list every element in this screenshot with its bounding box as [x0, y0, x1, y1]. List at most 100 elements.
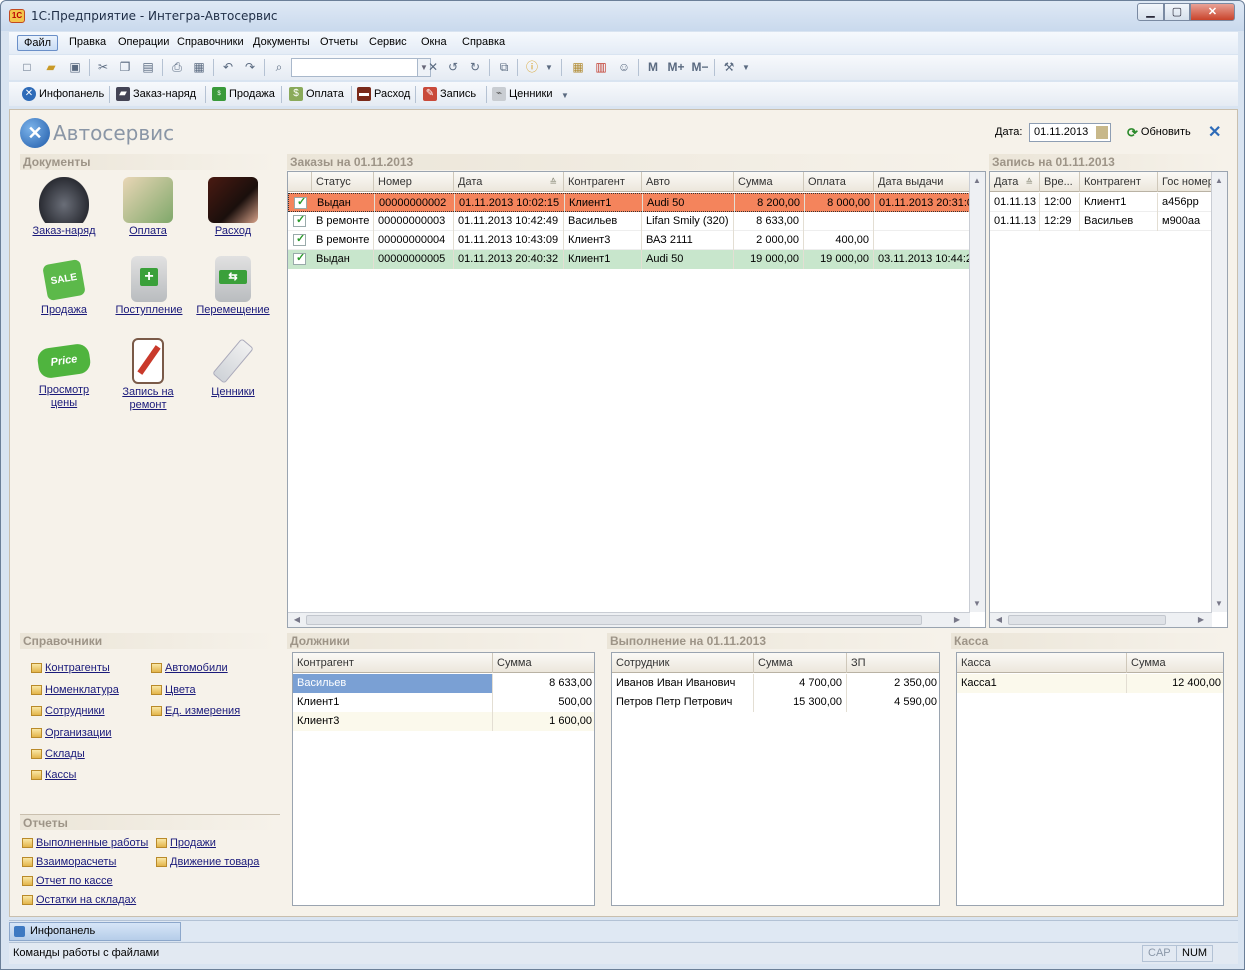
info-dropdown-icon[interactable]: ▼	[541, 60, 557, 75]
copy-icon[interactable]: ❐	[117, 60, 133, 75]
ref-employees-link[interactable]: Сотрудники	[31, 705, 105, 717]
scroll-down-icon[interactable]: ▼	[970, 599, 984, 608]
menu-service[interactable]: Сервис	[363, 35, 413, 49]
menu-help[interactable]: Справка	[456, 35, 511, 49]
doc-expense-button[interactable]: Расход	[191, 177, 275, 238]
ref-colors-link[interactable]: Цвета	[151, 684, 196, 696]
open-folder-icon[interactable]: ▰	[43, 60, 59, 75]
scroll-left-icon[interactable]: ◀	[290, 615, 304, 624]
ref-organizations-link[interactable]: Организации	[31, 727, 112, 739]
appointments-horizontal-scrollbar[interactable]: ◀ ▶	[990, 612, 1212, 627]
table-row[interactable]: 01.11.13 12:00 Клиент1 а456рр	[990, 193, 1212, 212]
report-cash-link[interactable]: Отчет по кассе	[22, 875, 113, 887]
scroll-down-icon[interactable]: ▼	[1212, 599, 1226, 608]
doc-transfer-button[interactable]: ⇆ Перемещение	[191, 256, 275, 317]
menu-windows[interactable]: Окна	[415, 35, 453, 49]
col-sum[interactable]: Сумма	[493, 653, 594, 673]
print-preview-icon[interactable]: ▦	[191, 60, 207, 75]
cut-icon[interactable]: ✂	[95, 60, 111, 75]
memory-plus-icon[interactable]: M+	[665, 60, 687, 75]
col-salary[interactable]: ЗП	[847, 653, 939, 673]
table-row[interactable]: 01.11.13 12:29 Васильев м900аа	[990, 212, 1212, 231]
taskbar-infopanel-tab[interactable]: Инфопанель	[9, 922, 181, 941]
close-window-button[interactable]: ✕	[1190, 3, 1235, 21]
col-date[interactable]: Дата ≙	[454, 172, 564, 192]
appointments-vertical-scrollbar[interactable]: ▲ ▼	[1211, 172, 1227, 612]
date-field[interactable]: 01.11.2013	[1029, 123, 1111, 142]
scroll-left-icon[interactable]: ◀	[992, 615, 1006, 624]
col-issued[interactable]: Дата выдачи	[874, 172, 970, 192]
col-time[interactable]: Вре...	[1040, 172, 1080, 192]
col-sum[interactable]: Сумма	[734, 172, 804, 192]
close-panel-icon[interactable]: ✕	[1208, 122, 1221, 142]
report-completed-works-link[interactable]: Выполненные работы	[22, 837, 148, 849]
table-row[interactable]: Выдан 00000000005 01.11.2013 20:40:32 Кл…	[288, 250, 970, 269]
appointment-button[interactable]: ✎ Запись	[423, 86, 476, 102]
menu-documents[interactable]: Документы	[247, 35, 316, 49]
scroll-up-icon[interactable]: ▲	[1212, 176, 1226, 185]
table-row[interactable]: Иванов Иван Иванович 4 700,00 2 350,00	[612, 674, 939, 693]
doc-payment-button[interactable]: Оплата	[106, 177, 190, 238]
sale-button[interactable]: $ Продажа	[212, 86, 275, 102]
ref-nomenclature-link[interactable]: Номенклатура	[31, 684, 119, 696]
ref-cashboxes-link[interactable]: Кассы	[31, 769, 76, 781]
scroll-thumb[interactable]	[306, 615, 922, 625]
table-row[interactable]: Клиент3 1 600,00	[293, 712, 594, 731]
scroll-up-icon[interactable]: ▲	[970, 176, 984, 185]
col-employee[interactable]: Сотрудник	[612, 653, 754, 673]
refresh-button[interactable]: ⟳ Обновить	[1127, 126, 1191, 139]
col-sum[interactable]: Сумма	[1127, 653, 1223, 673]
col-cashbox[interactable]: Касса	[957, 653, 1127, 673]
ref-cars-link[interactable]: Автомобили	[151, 662, 228, 674]
report-stock-link[interactable]: Остатки на складах	[22, 894, 136, 906]
order-button[interactable]: ▰ Заказ-наряд	[116, 86, 196, 102]
orders-horizontal-scrollbar[interactable]: ◀ ▶	[288, 612, 970, 627]
ref-units-link[interactable]: Ед. измерения	[151, 705, 240, 717]
memory-minus-icon[interactable]: M−	[689, 60, 711, 75]
undo-icon[interactable]: ↶	[220, 60, 236, 75]
col-client[interactable]: Контрагент	[1080, 172, 1158, 192]
save-icon[interactable]: ▣	[67, 60, 83, 75]
col-number[interactable]: Номер	[374, 172, 454, 192]
toolbar-more-icon[interactable]: ▼	[557, 88, 573, 103]
menu-edit[interactable]: Правка	[63, 35, 112, 49]
redo-icon[interactable]: ↷	[242, 60, 258, 75]
scroll-right-icon[interactable]: ▶	[1194, 615, 1208, 624]
new-file-icon[interactable]: □	[19, 60, 35, 75]
ref-counterparties-link[interactable]: Контрагенты	[31, 662, 110, 674]
clear-search-icon[interactable]: ✕	[425, 60, 441, 75]
toolbar-search-input[interactable]	[291, 58, 419, 77]
menu-operations[interactable]: Операции	[112, 35, 175, 49]
windows-icon[interactable]: ⧉	[496, 60, 512, 75]
col-sum[interactable]: Сумма	[754, 653, 847, 673]
col-client[interactable]: Контрагент	[564, 172, 642, 192]
doc-receipt-button[interactable]: + Поступление	[107, 256, 191, 317]
orders-vertical-scrollbar[interactable]: ▲ ▼	[969, 172, 985, 612]
col-client[interactable]: Контрагент	[293, 653, 493, 673]
tools-dropdown-icon[interactable]: ▼	[738, 60, 754, 75]
tools-icon[interactable]: ⚒	[721, 60, 737, 75]
col-status[interactable]: Статус	[312, 172, 374, 192]
table-row[interactable]: В ремонте 00000000004 01.11.2013 10:43:0…	[288, 231, 970, 250]
memory-icon[interactable]: M	[645, 60, 661, 75]
price-tags-button[interactable]: ⌁ Ценники	[492, 86, 553, 102]
col-icon[interactable]	[288, 172, 312, 192]
doc-sale-button[interactable]: SALE Продажа	[22, 256, 106, 317]
expense-button[interactable]: ▬ Расход	[357, 86, 410, 102]
table-row[interactable]: Выдан 00000000002 01.11.2013 10:02:15 Кл…	[288, 193, 971, 213]
menu-file[interactable]: Файл	[17, 35, 59, 51]
col-date[interactable]: Дата ≙	[990, 172, 1040, 192]
maximize-button[interactable]: ▢	[1164, 3, 1190, 21]
print-icon[interactable]: ⎙	[169, 60, 185, 75]
calendar-picker-icon[interactable]	[1096, 126, 1108, 139]
calculator-icon[interactable]: ▦	[570, 60, 586, 75]
table-row[interactable]: Касса1 12 400,00	[957, 674, 1223, 693]
report-sales-link[interactable]: Продажи	[156, 837, 216, 849]
paste-icon[interactable]: ▤	[140, 60, 156, 75]
report-goods-movement-link[interactable]: Движение товара	[156, 856, 259, 868]
doc-price-view-button[interactable]: Price Просмотр цены	[22, 338, 106, 410]
find-next-icon[interactable]: ↺	[445, 60, 461, 75]
table-row[interactable]: В ремонте 00000000003 01.11.2013 10:42:4…	[288, 212, 970, 231]
doc-appointment-button[interactable]: Запись на ремонт	[106, 338, 190, 412]
col-car[interactable]: Авто	[642, 172, 734, 192]
